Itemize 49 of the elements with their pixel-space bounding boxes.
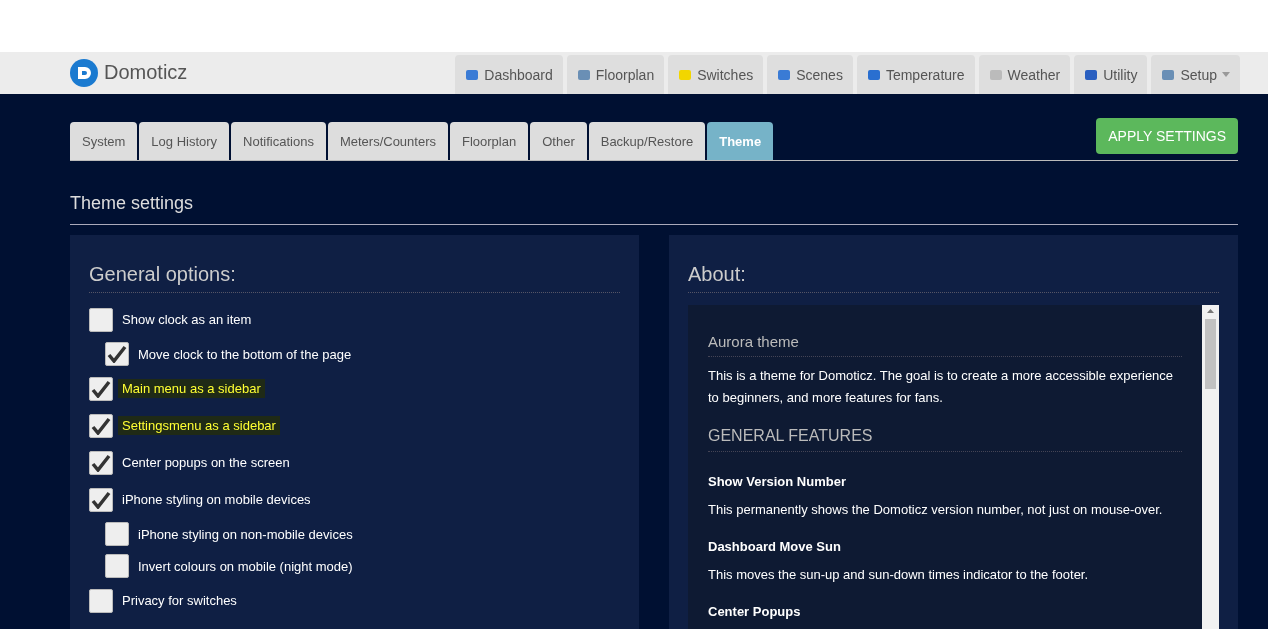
feature-description: This permanently shows the Domoticz version number, not just on mouse-over. [708,501,1164,519]
nav-item[interactable]: Setup [1151,55,1240,94]
checkbox[interactable] [105,522,129,546]
scrollbar[interactable] [1202,305,1219,629]
feature-description: This moves the sun-up and sun-down times indicator to the footer. [708,566,1090,584]
about-heading: Aurora theme [708,333,1182,357]
settings-tab[interactable]: Backup/Restore [588,122,706,160]
option-label: Show clock as an item [121,311,253,329]
checkbox[interactable] [89,307,113,332]
settings-tab[interactable]: Floorplan [450,122,529,160]
feature-title: Center Popups [708,604,802,619]
checkbox[interactable] [89,413,113,438]
checkbox[interactable] [89,450,113,475]
panel-title: General options: [89,263,620,293]
feature-description: This is a theme for Domoticz. The goal is to create a more accessible experience to beginners, and more features for fans. [708,367,1175,407]
nav-item[interactable]: Floorplan [566,55,665,94]
brand-name: Domoticz [104,61,188,85]
nav-item[interactable]: Temperature [856,55,975,94]
checkbox[interactable] [89,376,113,401]
settings-tab[interactable]: Meters/Counters [327,122,448,160]
option-label: Move clock to the bottom of the page [137,345,353,364]
option-label: Main menu as a sidebar [118,379,265,398]
feature-title: Dashboard Move Sun [708,539,842,554]
checkbox[interactable] [89,588,113,613]
option-label: iPhone styling on mobile devices [121,491,312,509]
nav-item[interactable]: Scenes [767,55,853,94]
logo-icon [70,58,98,87]
settings-tab[interactable]: Other [530,122,587,160]
option-label: Privacy for switches [121,592,238,610]
option-label: iPhone styling on non-mobile devices [137,525,354,544]
about-heading: GENERAL FEATURES [708,427,1182,452]
option-label: Settingsmenu as a sidebar [118,416,280,435]
scroll-up-icon[interactable] [1207,309,1214,313]
option-label: Invert colours on mobile (night mode) [137,557,354,576]
settings-tab[interactable]: System [70,122,138,160]
nav-item[interactable]: Weather [978,55,1071,94]
checkbox[interactable] [89,487,113,512]
section-title: Theme settings [70,193,1238,225]
checkbox[interactable] [105,342,129,366]
settings-tab[interactable]: Notifications [231,122,326,160]
panel-title: About: [688,263,1219,293]
feature-title: Show Version Number [708,474,847,489]
option-label: Center popups on the screen [121,454,291,472]
checkbox[interactable] [105,554,129,578]
nav-item[interactable]: Utility [1074,55,1148,94]
nav-item[interactable]: Dashboard [455,55,563,94]
nav-item[interactable]: Switches [668,55,764,94]
settings-tab[interactable]: Log History [139,122,230,160]
scrollbar-thumb[interactable] [1205,319,1216,389]
